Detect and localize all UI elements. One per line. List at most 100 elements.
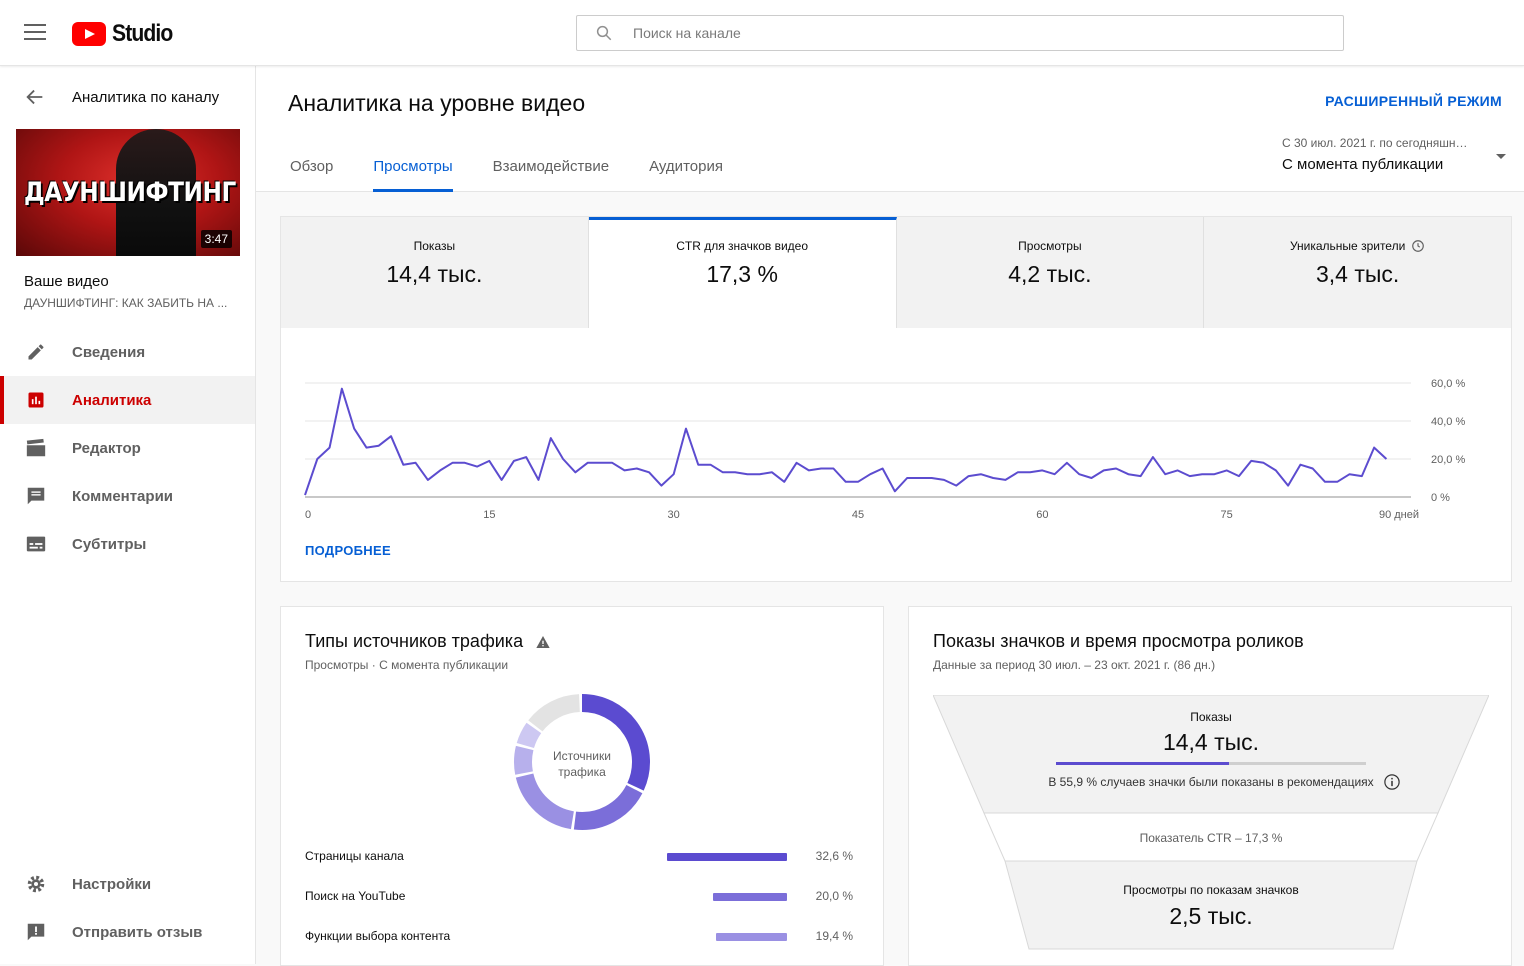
studio-logo[interactable]: Studio (72, 20, 181, 48)
metrics-card: Показы 14,4 тыс. CTR для значков видео 1… (280, 216, 1512, 582)
traffic-card-title: Типы источников трафика (305, 631, 524, 651)
source-value: 20,0 % (815, 889, 853, 903)
clock-icon[interactable] (1411, 239, 1425, 253)
sidebar-item-label: Сведения (72, 343, 146, 361)
feedback-icon (24, 920, 48, 944)
funnel-card-subtitle: Данные за период 30 июл. – 23 окт. 2021 … (933, 658, 1216, 672)
search-input[interactable] (633, 16, 1313, 50)
search-icon (596, 25, 612, 41)
source-name: Страницы канала (305, 849, 404, 863)
sidebar-item-label: Настройки (72, 875, 152, 893)
top-bar: Studio (0, 0, 1524, 66)
donut-segment[interactable] (514, 745, 534, 775)
donut-segment[interactable] (573, 784, 643, 830)
chevron-down-icon (1496, 154, 1506, 159)
funnel-impressions-label: Показы (1190, 710, 1232, 724)
metric-value: 17,3 % (706, 261, 778, 287)
tab-views[interactable]: Просмотры (373, 158, 453, 192)
youtube-logo-icon (72, 22, 106, 46)
pencil-icon (24, 340, 48, 364)
sidebar-nav: Сведения Аналитика Редактор Комментарии … (0, 328, 255, 568)
metric-label: Уникальные зрители (1289, 239, 1406, 253)
x-tick-label: 15 (483, 509, 495, 521)
metric-value: 3,4 тыс. (1315, 261, 1400, 287)
info-icon[interactable] (1383, 773, 1401, 791)
source-value: 19,4 % (815, 929, 853, 943)
sidebar-item-subtitles[interactable]: Субтитры (0, 520, 255, 568)
clapperboard-icon (24, 436, 48, 460)
recommended-progress-track (1056, 762, 1366, 765)
metric-tab-views[interactable]: Просмотры 4,2 тыс. (896, 217, 1205, 328)
metric-tabs: Показы 14,4 тыс. CTR для значков видео 1… (281, 217, 1511, 328)
warning-icon[interactable] (535, 634, 551, 650)
sidebar-item-comments[interactable]: Комментарии (0, 472, 255, 520)
subtitles-icon (24, 532, 48, 556)
sidebar-item-editor[interactable]: Редактор (0, 424, 255, 472)
donut-segment[interactable] (515, 773, 575, 830)
metric-tab-unique-viewers[interactable]: Уникальные зрители 3,4 тыс. (1204, 217, 1511, 328)
donut-center-label: Источники трафика (553, 749, 611, 779)
sidebar-item-label: Комментарии (72, 487, 174, 505)
traffic-source-row[interactable]: Поиск на YouTube 20,0 % (305, 887, 861, 907)
advanced-mode-button[interactable]: РАСШИРЕННЫЙ РЕЖИМ (1325, 93, 1502, 109)
traffic-source-row[interactable]: Страницы канала 32,6 % (305, 847, 861, 867)
x-tick-label: 0 (305, 509, 311, 521)
thumbnail-text: ДАУНШИФТИНГ (24, 177, 236, 208)
metric-label: Просмотры (1018, 239, 1082, 253)
funnel-impressions-value: 14,4 тыс. (1162, 729, 1260, 755)
source-value: 32,6 % (815, 849, 853, 863)
y-tick-label: 0 % (1431, 492, 1450, 504)
sidebar-item-analytics[interactable]: Аналитика (0, 376, 255, 424)
funnel-card-title: Показы значков и время просмотра роликов (933, 631, 1304, 651)
y-tick-label: 20,0 % (1431, 454, 1465, 466)
traffic-card-title-row: Типы источников трафика (305, 631, 551, 652)
traffic-card-subtitle: Просмотры · С момента публикации (305, 658, 509, 672)
sidebar-bottom-nav: Настройки Отправить отзыв (0, 860, 255, 956)
donut-segment[interactable] (528, 694, 581, 732)
search-box[interactable] (576, 15, 1344, 51)
x-tick-label: 45 (852, 509, 864, 521)
metric-value: 14,4 тыс. (386, 261, 483, 287)
metric-tab-impressions[interactable]: Показы 14,4 тыс. (281, 217, 589, 328)
source-bar (713, 893, 787, 901)
video-duration: 3:47 (200, 230, 232, 248)
x-tick-label: 60 (1036, 509, 1048, 521)
source-bar (667, 853, 787, 861)
metric-tab-ctr[interactable]: CTR для значков видео 17,3 % (588, 217, 897, 328)
ctr-series-line[interactable] (304, 387, 1388, 496)
app-title: Studio (112, 20, 173, 47)
date-range-dropdown[interactable]: С 30 июл. 2021 г. по сегодняшний день С … (1282, 136, 1506, 173)
source-name: Функции выбора контента (305, 929, 451, 943)
sidebar-item-settings[interactable]: Настройки (0, 860, 255, 908)
sidebar-item-feedback[interactable]: Отправить отзыв (0, 908, 255, 956)
tab-overview[interactable]: Обзор (290, 158, 333, 192)
date-range-detail: С 30 июл. 2021 г. по сегодняшний день (1282, 136, 1468, 150)
sidebar-item-label: Редактор (72, 439, 141, 457)
tab-engagement[interactable]: Взаимодействие (493, 158, 609, 192)
video-thumbnail[interactable]: ДАУНШИФТИНГ 3:47 (16, 129, 240, 256)
donut-segment[interactable] (516, 722, 542, 749)
back-arrow-icon[interactable] (24, 86, 46, 108)
menu-icon[interactable] (24, 24, 46, 42)
comment-icon (24, 484, 48, 508)
sidebar-item-label: Отправить отзыв (72, 923, 203, 941)
see-more-link[interactable]: ПОДРОБНЕЕ (305, 543, 391, 558)
sidebar-item-details[interactable]: Сведения (0, 328, 255, 376)
back-to-channel-analytics[interactable]: Аналитика по каналу (24, 86, 219, 108)
y-tick-label: 60,0 % (1431, 378, 1465, 390)
x-tick-label: 75 (1221, 509, 1233, 521)
back-label: Аналитика по каналу (72, 88, 220, 106)
x-tick-label: 90 дней (1379, 509, 1419, 521)
traffic-source-row[interactable]: Функции выбора контента 19,4 % (305, 927, 861, 947)
recommended-text: В 55,9 % случаев значки были показаны в … (1048, 775, 1374, 789)
sidebar-item-label: Субтитры (72, 535, 147, 553)
metric-label-wrap: Уникальные зрители (1290, 239, 1425, 253)
y-tick-label: 40,0 % (1431, 416, 1465, 428)
impressions-funnel-card: Показы значков и время просмотра роликов… (908, 606, 1512, 966)
tab-audience[interactable]: Аудитория (649, 158, 723, 192)
analytics-tabs: Обзор Просмотры Взаимодействие Аудитория (290, 158, 763, 192)
analytics-icon (24, 388, 48, 412)
recommended-progress-fill (1056, 762, 1230, 765)
recommended-text-row: В 55,9 % случаев значки были показаны в … (933, 775, 1489, 789)
funnel-views-label: Просмотры по показам значков (1123, 883, 1299, 897)
